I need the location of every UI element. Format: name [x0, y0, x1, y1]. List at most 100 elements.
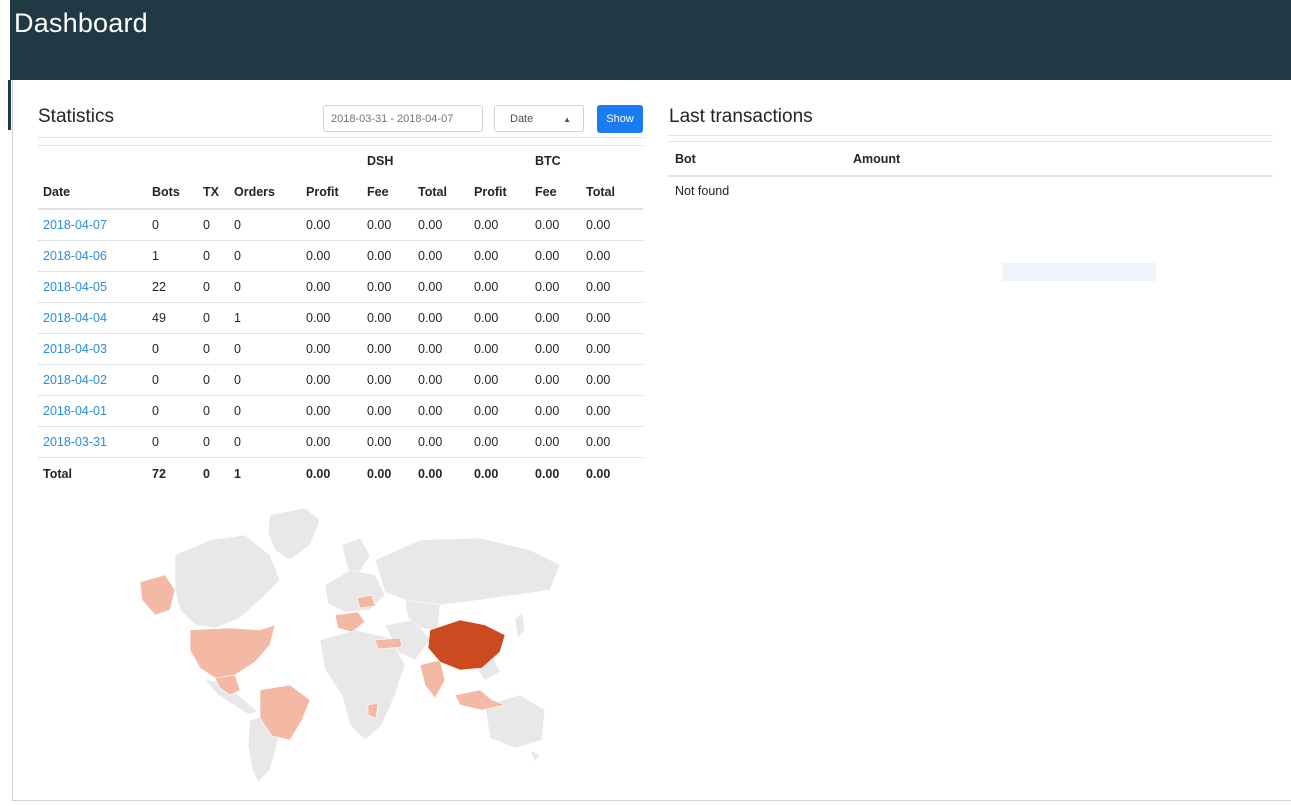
empty-state: Not found — [675, 184, 730, 198]
table-cell: 0 — [198, 426, 229, 458]
statistics-body: 2018-04-07 0 0 0 0.00 0.00 0.00 0.00 0.00 0.00 201… — [38, 208, 643, 489]
table-cell: 0.00 — [469, 208, 530, 241]
table-row: 2018-04-04 49 0 1 0.00 0.00 0.00 0.00 0.00 0.00 — [38, 302, 643, 334]
table-cell: 1 — [147, 240, 198, 272]
table-cell: 0 — [229, 240, 301, 272]
map-region-europe — [324, 569, 386, 613]
date-link[interactable]: 2018-04-05 — [43, 280, 107, 294]
table-cell: 0.00 — [469, 302, 530, 334]
map-region-south-europe — [334, 611, 366, 633]
table-cell: 0.00 — [301, 240, 362, 272]
table-row: 2018-04-07 0 0 0 0.00 0.00 0.00 0.00 0.00 0.00 — [38, 208, 643, 241]
group-header-row: DSH BTC — [38, 145, 643, 176]
date-cell: 2018-03-31 — [38, 426, 147, 458]
table-cell: 0.00 — [469, 271, 530, 303]
top-bar: Dashboard — [10, 0, 1291, 80]
date-link[interactable]: 2018-04-03 — [43, 342, 107, 356]
table-row: 2018-04-06 1 0 0 0.00 0.00 0.00 0.00 0.00 0.00 — [38, 240, 643, 272]
table-cell: 0.00 — [301, 333, 362, 365]
table-cell: 0.00 — [362, 208, 413, 241]
table-row: 2018-04-03 0 0 0 0.00 0.00 0.00 0.00 0.00 0.00 — [38, 333, 643, 365]
table-cell: 0.00 — [362, 333, 413, 365]
group-by-value: Date — [510, 113, 534, 125]
table-cell: 0 — [147, 333, 198, 365]
column-header-total: Total — [581, 176, 643, 210]
map-region-islands — [529, 749, 541, 763]
group-header-empty — [581, 145, 643, 176]
table-cell: 0 — [229, 333, 301, 365]
table-row: 2018-03-31 0 0 0 0.00 0.00 0.00 0.00 0.00 0.00 — [38, 426, 643, 458]
table-cell: 0.00 — [581, 302, 643, 334]
statistics-header: Statistics 2018-03-31 - 2018-04-07 Date … — [38, 103, 643, 138]
total-cell: 0.00 — [530, 457, 581, 489]
statistics-title: Statistics — [38, 106, 115, 127]
total-cell: 1 — [229, 457, 301, 489]
table-cell: 0.00 — [413, 240, 469, 272]
group-header-dsh: DSH — [362, 145, 413, 176]
table-row: 2018-04-05 22 0 0 0.00 0.00 0.00 0.00 0.00 0.00 — [38, 271, 643, 303]
table-row: 2018-04-02 0 0 0 0.00 0.00 0.00 0.00 0.00 0.00 — [38, 364, 643, 396]
group-header-empty — [301, 145, 362, 176]
date-link[interactable]: 2018-03-31 — [43, 435, 107, 449]
group-header-empty — [38, 145, 147, 176]
date-link[interactable]: 2018-04-01 — [43, 404, 107, 418]
map-region-scandinavia — [341, 537, 371, 573]
date-range-input[interactable]: 2018-03-31 - 2018-04-07 — [323, 105, 483, 132]
table-cell: 0.00 — [362, 364, 413, 396]
table-cell: 0.00 — [301, 208, 362, 241]
map-region-central-africa — [367, 702, 379, 719]
map-region-turkey — [374, 637, 403, 650]
column-header-profit: Profit — [301, 176, 362, 210]
table-cell: 0.00 — [469, 395, 530, 427]
table-cell: 0 — [198, 364, 229, 396]
table-cell: 0.00 — [530, 364, 581, 396]
table-cell: 0.00 — [530, 333, 581, 365]
column-header-row: Date Bots TX Orders Profit Fee Total Profit Fee T… — [38, 176, 643, 210]
group-by-select[interactable]: Date ▲︎ — [494, 105, 584, 132]
table-cell: 0 — [229, 426, 301, 458]
table-cell: 0.00 — [469, 426, 530, 458]
table-cell: 0 — [147, 208, 198, 241]
table-cell: 0.00 — [413, 271, 469, 303]
table-cell: 0.00 — [469, 333, 530, 365]
date-link[interactable]: 2018-04-02 — [43, 373, 107, 387]
table-cell: 0.00 — [581, 208, 643, 241]
show-button[interactable]: Show — [597, 105, 643, 133]
table-cell: 0.00 — [301, 395, 362, 427]
group-header-empty — [229, 145, 301, 176]
table-cell: 0.00 — [413, 302, 469, 334]
table-cell: 0.00 — [581, 271, 643, 303]
table-cell: 0.00 — [362, 271, 413, 303]
table-cell: 0.00 — [413, 208, 469, 241]
map-region-india — [419, 659, 446, 699]
date-link[interactable]: 2018-04-04 — [43, 311, 107, 325]
table-cell: 0.00 — [581, 333, 643, 365]
table-cell: 0.00 — [530, 240, 581, 272]
table-cell: 0.00 — [469, 240, 530, 272]
map-region-russia — [374, 537, 561, 606]
table-cell: 0.00 — [530, 271, 581, 303]
column-amount: Amount — [853, 152, 901, 166]
table-cell: 0.00 — [301, 271, 362, 303]
faded-placeholder — [1003, 263, 1156, 281]
map-region-canada — [174, 534, 281, 629]
select-caret-icon: ▲︎ — [563, 115, 571, 124]
group-header-empty — [413, 145, 469, 176]
date-link[interactable]: 2018-04-06 — [43, 249, 107, 263]
date-link[interactable]: 2018-04-07 — [43, 218, 107, 232]
column-header-profit: Profit — [469, 176, 530, 210]
table-cell: 0.00 — [581, 395, 643, 427]
table-cell: 0.00 — [469, 364, 530, 396]
column-bot: Bot — [675, 152, 696, 166]
map-region-alaska — [139, 574, 176, 616]
table-cell: 0.00 — [530, 395, 581, 427]
table-cell: 0 — [229, 364, 301, 396]
total-cell: 0 — [198, 457, 229, 489]
table-cell: 0.00 — [362, 302, 413, 334]
transactions-column-header: Bot Amount — [669, 141, 1273, 177]
page-title: Dashboard — [14, 8, 148, 38]
column-header-orders: Orders — [229, 176, 301, 210]
table-cell: 0.00 — [301, 364, 362, 396]
total-row: Total 72 0 1 0.00 0.00 0.00 0.00 0.00 0.00 — [38, 457, 643, 489]
table-cell: 0 — [198, 208, 229, 241]
